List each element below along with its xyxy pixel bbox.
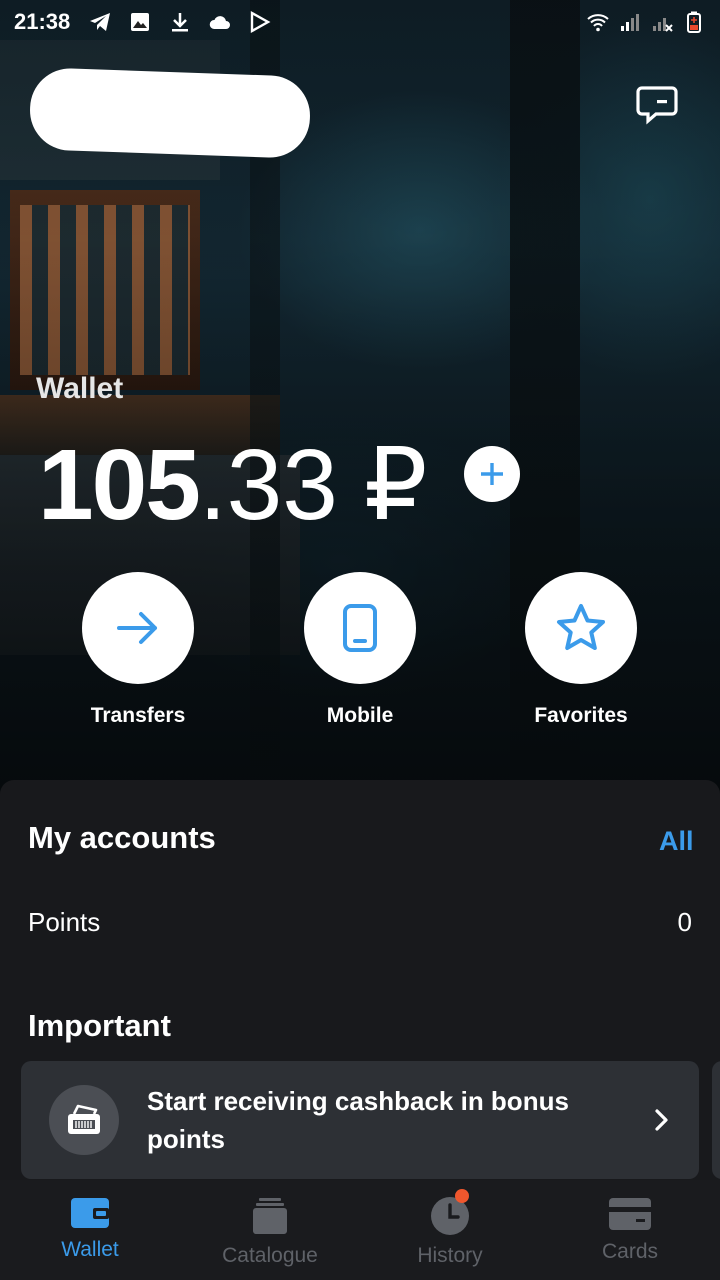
balance-integer: 105 xyxy=(38,429,201,541)
image-icon xyxy=(131,13,150,31)
nav-history[interactable]: History xyxy=(360,1180,540,1280)
account-name: Points xyxy=(28,906,101,937)
mobile-button[interactable]: Mobile xyxy=(275,572,445,728)
my-accounts-title: My accounts xyxy=(28,820,216,855)
nav-cards-label: Cards xyxy=(601,1240,659,1263)
nav-catalogue-label: Catalogue xyxy=(222,1244,318,1267)
nav-wallet-label: Wallet xyxy=(61,1238,119,1261)
mobile-label: Mobile xyxy=(326,704,394,727)
bottom-navigation: Wallet Catalogue History Cards xyxy=(0,1180,720,1280)
transfers-circle xyxy=(82,572,194,684)
wallet-label: Wallet xyxy=(36,372,124,405)
nav-wallet[interactable]: Wallet xyxy=(0,1180,180,1280)
top-up-button[interactable] xyxy=(464,446,520,502)
nav-cards[interactable]: Cards xyxy=(540,1180,720,1280)
status-bar: 21:38 xyxy=(0,0,720,44)
mobile-circle xyxy=(304,572,416,684)
promo-icon-circle xyxy=(49,1085,119,1155)
cashback-promo-card[interactable]: Start receiving cashback in bonus points xyxy=(21,1061,699,1179)
telegram-icon xyxy=(90,13,111,31)
wallet-icon xyxy=(71,1198,109,1228)
catalogue-icon xyxy=(253,1198,287,1234)
wifi-icon xyxy=(587,14,609,32)
plus-icon xyxy=(481,463,503,485)
transfers-button[interactable]: Transfers xyxy=(53,572,223,728)
favorites-label: Favorites xyxy=(534,704,628,727)
nav-history-label: History xyxy=(417,1244,483,1267)
play-store-icon xyxy=(251,10,271,34)
cloud-icon xyxy=(210,16,231,29)
chat-button[interactable] xyxy=(628,80,686,130)
download-icon xyxy=(172,13,189,32)
wallet-balance: 105 .33 ₽ xyxy=(38,430,428,540)
account-value: 0 xyxy=(677,906,692,937)
battery-low-icon xyxy=(687,11,701,33)
chevron-right-icon xyxy=(655,1109,668,1131)
card-reader-icon xyxy=(68,1104,100,1134)
balance-fraction: .33 xyxy=(198,429,338,541)
signal-icon xyxy=(621,14,639,31)
favorites-button[interactable]: Favorites xyxy=(496,572,666,728)
card-icon xyxy=(609,1198,651,1230)
account-row-points[interactable]: Points 0 xyxy=(0,890,720,954)
history-badge xyxy=(455,1189,469,1203)
next-promo-card-peek[interactable] xyxy=(712,1061,720,1179)
arrow-right-icon xyxy=(117,612,157,644)
chat-icon xyxy=(636,86,678,125)
nav-catalogue[interactable]: Catalogue xyxy=(180,1180,360,1280)
all-accounts-link[interactable]: All xyxy=(659,826,694,857)
accounts-sheet: My accounts All Points 0 Important Start… xyxy=(0,780,720,1200)
quick-actions: Transfers Mobile Favorites xyxy=(0,572,720,732)
transfers-label: Transfers xyxy=(90,704,186,727)
favorites-circle xyxy=(525,572,637,684)
redacted-user-name xyxy=(28,67,312,159)
promo-text: Start receiving cashback in bonus points xyxy=(147,1086,569,1154)
status-system-icons xyxy=(586,10,706,34)
signal-x-icon xyxy=(653,18,673,32)
star-icon xyxy=(557,604,605,650)
phone-icon xyxy=(343,604,377,652)
balance-currency: ₽ xyxy=(363,429,428,541)
important-title: Important xyxy=(28,1008,171,1043)
status-time: 21:38 xyxy=(14,9,71,34)
status-notification-icons xyxy=(88,10,272,34)
